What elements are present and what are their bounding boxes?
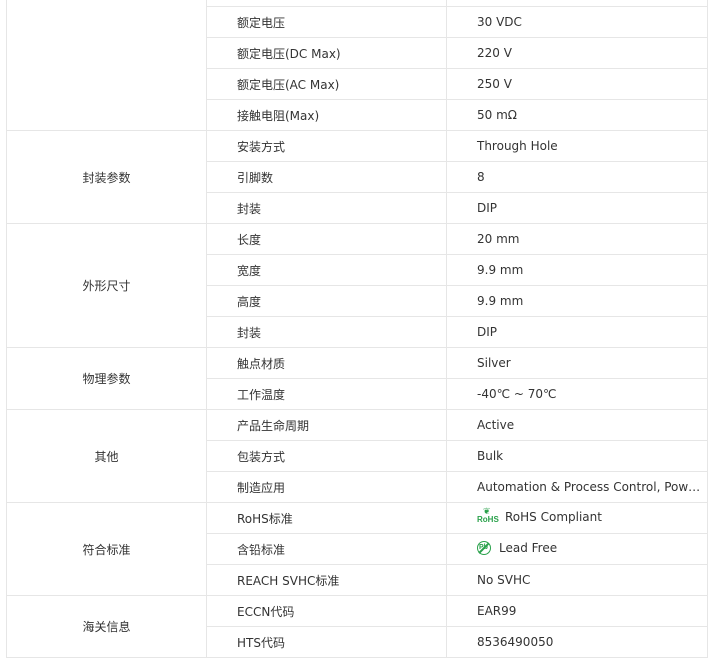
param-name: 封装 (206, 192, 447, 224)
param-name: 封装 (206, 316, 447, 348)
param-name: 额定电压(AC Max) (206, 68, 447, 100)
group-cell-package: 封装参数 (6, 130, 207, 224)
param-name: REACH SVHC标准 (206, 564, 447, 596)
param-value: ❦ RoHS RoHS Compliant (446, 502, 708, 534)
param-name: 制造应用 (206, 471, 447, 503)
param-value: 8536490050 (446, 626, 708, 658)
param-value: Bulk (446, 440, 708, 472)
param-value: DIP (446, 316, 708, 348)
param-name: 含铅标准 (206, 533, 447, 565)
param-name: 长度 (206, 223, 447, 255)
spec-table: 额定电压 30 VDC 额定电压(DC Max) 220 V 额定电压(AC M… (6, 0, 708, 658)
param-value: 20 mm (446, 223, 708, 255)
table-row: 物理参数 触点材质 Silver (6, 347, 708, 410)
table-row: 海关信息 ECCN代码 EAR99 (6, 595, 708, 658)
lead-free-value: Lead Free (499, 540, 558, 555)
param-value: Pb Lead Free (446, 533, 708, 565)
param-name: 包装方式 (206, 440, 447, 472)
table-row: 外形尺寸 长度 20 mm (6, 223, 708, 348)
param-name: RoHS标准 (206, 502, 447, 534)
param-name: 额定电压(DC Max) (206, 37, 447, 69)
group-cell-dimensions: 外形尺寸 (6, 223, 207, 348)
param-value: No SVHC (446, 564, 708, 596)
table-row: 封装参数 安装方式 Through Hole (6, 130, 708, 224)
param-value: 9.9 mm (446, 254, 708, 286)
param-name: 宽度 (206, 254, 447, 286)
group-cell-compliance: 符合标准 (6, 502, 207, 596)
param-value: Active (446, 409, 708, 441)
param-name: 高度 (206, 285, 447, 317)
param-name: HTS代码 (206, 626, 447, 658)
param-value: Silver (446, 347, 708, 379)
param-value: DIP (446, 192, 708, 224)
param-value: 8 (446, 161, 708, 193)
param-name: 引脚数 (206, 161, 447, 193)
rohs-icon: ❦ RoHS (477, 506, 499, 524)
param-value: Through Hole (446, 130, 708, 162)
param-value: 250 V (446, 68, 708, 100)
param-value: Automation & Process Control, Pow… (446, 471, 708, 503)
group-cell-electrical (6, 0, 207, 131)
group-cell-physical: 物理参数 (6, 347, 207, 410)
param-name: 工作温度 (206, 378, 447, 410)
param-value: -40℃ ~ 70℃ (446, 378, 708, 410)
param-name: 产品生命周期 (206, 409, 447, 441)
param-value: EAR99 (446, 595, 708, 627)
param-name: 安装方式 (206, 130, 447, 162)
param-name: 额定电压 (206, 6, 447, 38)
param-name: 触点材质 (206, 347, 447, 379)
param-name: 接触电阻(Max) (206, 99, 447, 131)
param-name: ECCN代码 (206, 595, 447, 627)
lead-free-icon: Pb (477, 540, 491, 555)
param-value: 50 mΩ (446, 99, 708, 131)
param-value: 9.9 mm (446, 285, 708, 317)
param-value: 220 V (446, 37, 708, 69)
table-row: 其他 产品生命周期 Active (6, 409, 708, 503)
group-cell-customs: 海关信息 (6, 595, 207, 658)
group-cell-other: 其他 (6, 409, 207, 503)
rohs-value: RoHS Compliant (505, 509, 602, 524)
param-value: 30 VDC (446, 6, 708, 38)
table-row: 符合标准 RoHS标准 ❦ RoHS RoHS Compliant (6, 502, 708, 596)
